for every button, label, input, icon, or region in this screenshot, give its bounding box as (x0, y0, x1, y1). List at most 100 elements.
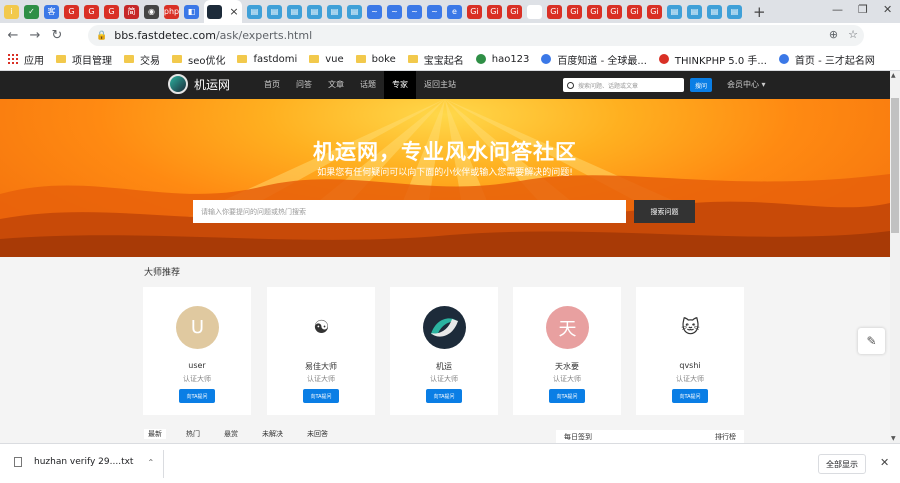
tab-favicon-icon[interactable]: ▤ (727, 4, 742, 19)
master-title: 认证大师 (676, 375, 704, 383)
tab-favicon-icon[interactable]: ◧ (184, 4, 199, 19)
nav-item[interactable]: 首页 (256, 71, 288, 99)
bookmark-item[interactable]: 应用 (24, 52, 44, 67)
tab-favicon-icon[interactable]: ~ (427, 4, 442, 19)
tab-3[interactable]: 未解决 (258, 429, 287, 439)
site-logo[interactable]: 机运网 (168, 74, 230, 94)
tab-favicon-icon[interactable]: Gi (587, 4, 602, 19)
minimize-icon[interactable]: — (832, 3, 843, 16)
close-icon[interactable]: ✕ (880, 456, 889, 469)
bookmark-item[interactable]: THINKPHP 5.0 手... (658, 52, 767, 67)
tab-favicon-icon[interactable]: G (84, 4, 99, 19)
tab-0[interactable]: 最新 (144, 429, 166, 439)
nav-item[interactable]: 文章 (320, 71, 352, 99)
tab-active[interactable]: × (204, 0, 242, 23)
tab-favicon-icon[interactable]: Gi (547, 4, 562, 19)
tab-favicon-icon[interactable]: 客 (44, 4, 59, 19)
maximize-icon[interactable]: ❐ (858, 3, 868, 16)
scroll-up-icon[interactable]: ▲ (891, 72, 896, 79)
nav-item[interactable]: 专家 (384, 71, 416, 99)
tab-favicon-icon[interactable]: Gi (607, 4, 622, 19)
edit-pencil-icon[interactable]: ✎ (858, 328, 885, 354)
tab-favicon-icon[interactable]: ▤ (667, 4, 682, 19)
tab-favicon-icon[interactable]: ▤ (347, 4, 362, 19)
tab-favicon-icon[interactable]: php (164, 4, 179, 19)
page-scrollbar[interactable]: ▲ ▼ (890, 71, 900, 443)
tab-favicon-icon[interactable]: ▤ (327, 4, 342, 19)
nav-item[interactable]: 返回主站 (416, 71, 464, 99)
master-card[interactable]: ☯ 易佳大师 认证大师 向TA提问 (267, 287, 375, 415)
tab-favicon-icon[interactable]: ▤ (267, 4, 282, 19)
tab-favicon-icon[interactable] (527, 4, 542, 19)
tab-favicon-icon[interactable]: Gi (627, 4, 642, 19)
ask-button[interactable]: 向TA提问 (426, 389, 462, 403)
tab-favicon-icon[interactable]: ▤ (287, 4, 302, 19)
hero-search-button[interactable]: 搜索问题 (634, 200, 695, 223)
ask-button[interactable]: 向TA提问 (549, 389, 585, 403)
bookmark-star-icon[interactable]: ☆ (848, 28, 858, 41)
scroll-thumb[interactable] (891, 98, 899, 233)
ask-button[interactable]: 向TA提问 (179, 389, 215, 403)
tab-favicon-icon[interactable]: ▤ (707, 4, 722, 19)
tab-favicon-icon[interactable]: e (447, 4, 462, 19)
new-tab-icon[interactable]: + (753, 3, 766, 21)
leaderboard-link[interactable]: 排行榜 (715, 432, 736, 442)
reload-icon[interactable]: ↻ (48, 28, 66, 43)
site-search-input[interactable]: 搜索问题、话题或文章 (563, 78, 684, 92)
tab-favicon-icon[interactable]: Gi (567, 4, 582, 19)
bookmark-item[interactable]: fastdomi (237, 54, 297, 65)
forward-icon[interactable]: → (26, 28, 44, 43)
tab-favicon-icon[interactable]: G (104, 4, 119, 19)
hero-search-input[interactable]: 请输入你要提问的问题或热门搜索 (193, 200, 626, 223)
bookmark-item[interactable]: 首页 - 三才起名网 (778, 52, 875, 67)
address-bar[interactable]: 🔒 bbs.fastdetec.com/ask/experts.html ⊕ ☆ (88, 25, 864, 46)
tab-favicon-icon[interactable]: ~ (387, 4, 402, 19)
tab-favicon-icon[interactable]: Gi (507, 4, 522, 19)
zoom-icon[interactable]: ⊕ (829, 28, 838, 41)
avatar: ☯ (300, 306, 343, 349)
bookmark-item[interactable]: boke (355, 54, 396, 65)
tab-favicon-icon[interactable]: G (64, 4, 79, 19)
nav-item[interactable]: 话题 (352, 71, 384, 99)
bookmark-item[interactable]: vue (309, 54, 344, 65)
tab-2[interactable]: 悬赏 (220, 429, 242, 439)
tab-favicon-icon[interactable]: i (4, 4, 19, 19)
master-card[interactable]: 天天水要 认证大师 向TA提问 (513, 287, 621, 415)
bookmark-item[interactable]: seo优化 (172, 52, 225, 67)
ask-button[interactable]: 向TA提问 (672, 389, 708, 403)
apps-icon[interactable] (8, 54, 18, 64)
tab-favicon-icon[interactable]: Gi (467, 4, 482, 19)
tab-4[interactable]: 未回答 (303, 429, 332, 439)
scroll-down-icon[interactable]: ▼ (891, 435, 896, 442)
tab-favicon-icon[interactable]: 简 (124, 4, 139, 19)
tab-close-icon[interactable]: × (229, 5, 238, 18)
tab-favicon-icon[interactable]: ✓ (24, 4, 39, 19)
site-search-button[interactable]: 搜问 (690, 78, 712, 92)
tab-favicon-icon[interactable]: Gi (487, 4, 502, 19)
tab-favicon-icon[interactable]: Gi (647, 4, 662, 19)
bookmark-item[interactable]: 交易 (124, 52, 160, 67)
bookmark-item[interactable]: 百度知道 - 全球最... (541, 52, 647, 67)
chevron-up-icon[interactable]: ⌃ (147, 458, 154, 467)
divider (163, 450, 164, 478)
tab-favicon-icon[interactable]: ~ (407, 4, 422, 19)
bookmark-item[interactable]: 宝宝起名 (407, 52, 464, 67)
bookmark-item[interactable]: hao123 (475, 54, 529, 65)
close-window-icon[interactable]: ✕ (883, 3, 892, 16)
bookmark-item[interactable]: 项目管理 (56, 52, 112, 67)
ask-button[interactable]: 向TA提问 (303, 389, 339, 403)
tab-favicon-icon[interactable]: ~ (367, 4, 382, 19)
member-center-menu[interactable]: 会员中心 ▾ (727, 71, 766, 99)
tab-favicon-icon[interactable]: ▤ (687, 4, 702, 19)
master-card[interactable]: Uuser 认证大师 向TA提问 (143, 287, 251, 415)
tab-favicon-icon[interactable]: ◉ (144, 4, 159, 19)
back-icon[interactable]: ← (4, 28, 22, 43)
download-item[interactable]: huzhan verify 29....txt ⌃ (14, 457, 154, 467)
tab-favicon-icon[interactable]: ▤ (247, 4, 262, 19)
show-all-button[interactable]: 全部显示 (818, 454, 866, 474)
tab-1[interactable]: 热门 (182, 429, 204, 439)
master-card[interactable]: 机运 认证大师 向TA提问 (390, 287, 498, 415)
master-card[interactable]: 🐱 qvshi 认证大师 向TA提问 (636, 287, 744, 415)
tab-favicon-icon[interactable]: ▤ (307, 4, 322, 19)
nav-item[interactable]: 问答 (288, 71, 320, 99)
